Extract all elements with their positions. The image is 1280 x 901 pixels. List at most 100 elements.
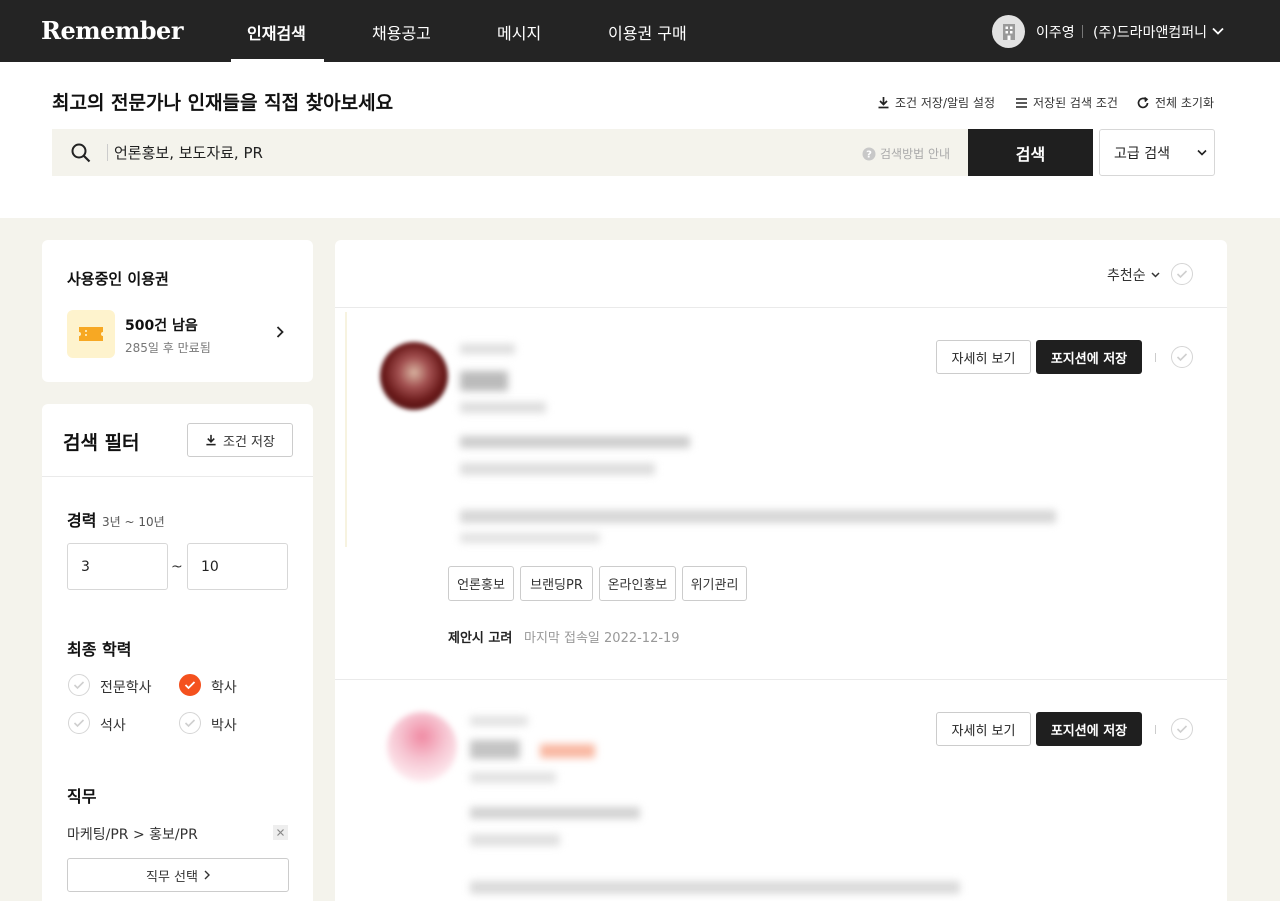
filter-title: 검색 필터 bbox=[63, 432, 140, 454]
results-card: 추천순 자세히 보기 포지션에 저장 언론홍보 브랜딩PR 온라인홍보 위기관리… bbox=[335, 240, 1227, 901]
select-all-checkbox[interactable] bbox=[1171, 263, 1193, 285]
education-checkbox-associate[interactable] bbox=[68, 674, 90, 696]
skill-tag[interactable]: 온라인홍보 bbox=[599, 566, 676, 601]
sort-label: 추천순 bbox=[1107, 268, 1146, 284]
remember-logo[interactable]: Remember bbox=[41, 16, 183, 45]
education-option-label: 학사 bbox=[211, 680, 237, 696]
company-name[interactable]: (주)드라마앤컴퍼니 bbox=[1093, 22, 1207, 42]
skill-tag[interactable]: 브랜딩PR bbox=[520, 566, 593, 601]
results-header-divider bbox=[335, 307, 1227, 308]
reset-all-link[interactable]: 전체 초기화 bbox=[1136, 94, 1214, 111]
candidate-status: 제안시 고려 bbox=[448, 631, 513, 646]
check-icon bbox=[1176, 353, 1188, 362]
detail-view-button[interactable]: 자세히 보기 bbox=[936, 340, 1031, 374]
detail-view-button[interactable]: 자세히 보기 bbox=[936, 712, 1031, 746]
sort-dropdown[interactable]: 추천순 bbox=[1107, 265, 1160, 285]
education-checkbox-doctorate[interactable] bbox=[179, 712, 201, 734]
job-value: 마케팅/PR > 홍보/PR bbox=[67, 827, 198, 843]
education-label: 최종 학력 bbox=[67, 640, 132, 659]
download-icon bbox=[878, 97, 889, 109]
search-divider bbox=[107, 144, 108, 161]
candidate-highlight-bar bbox=[345, 312, 347, 547]
chevron-right-icon bbox=[204, 870, 210, 880]
career-range: 3년 ~ 10년 bbox=[102, 515, 165, 529]
filter-divider bbox=[42, 476, 313, 477]
chevron-down-icon bbox=[1151, 272, 1160, 278]
career-min-input[interactable] bbox=[67, 543, 168, 590]
career-separator: ~ bbox=[171, 559, 183, 575]
blurred-text bbox=[470, 807, 640, 819]
chevron-down-icon bbox=[1197, 149, 1207, 156]
check-icon bbox=[1176, 270, 1188, 279]
blurred-badge bbox=[540, 744, 595, 758]
download-icon bbox=[206, 434, 216, 446]
pass-title: 사용중인 이용권 bbox=[67, 270, 169, 288]
candidate-checkbox[interactable] bbox=[1171, 718, 1193, 740]
search-input[interactable] bbox=[114, 137, 774, 168]
blurred-text bbox=[470, 834, 560, 846]
reset-all-label: 전체 초기화 bbox=[1155, 96, 1215, 110]
nav-talent-search[interactable]: 인재검색 bbox=[247, 20, 306, 44]
button-divider bbox=[1155, 725, 1156, 734]
search-howto-link[interactable]: ? 검색방법 안내 bbox=[862, 145, 950, 162]
education-checkbox-bachelor[interactable] bbox=[179, 674, 201, 696]
education-option-label: 박사 bbox=[211, 718, 237, 734]
help-icon: ? bbox=[862, 147, 876, 160]
building-icon bbox=[1002, 23, 1015, 40]
ticket-icon bbox=[67, 310, 115, 358]
candidate-checkbox[interactable] bbox=[1171, 346, 1193, 368]
candidate-last-access: 마지막 접속일 2022-12-19 bbox=[524, 631, 680, 646]
search-howto-label: 검색방법 안내 bbox=[880, 147, 951, 161]
advanced-search-label: 고급 검색 bbox=[1114, 145, 1170, 162]
remove-job-button[interactable] bbox=[273, 825, 288, 840]
save-to-position-button[interactable]: 포지션에 저장 bbox=[1036, 712, 1142, 746]
save-condition-label: 조건 저장 bbox=[223, 434, 275, 450]
pass-expiry: 285일 후 만료됨 bbox=[125, 341, 211, 355]
blurred-name bbox=[470, 740, 520, 759]
career-max-input[interactable] bbox=[187, 543, 288, 590]
svg-text:?: ? bbox=[866, 149, 872, 160]
user-name[interactable]: 이주영 bbox=[1036, 22, 1075, 42]
education-checkbox-master[interactable] bbox=[68, 712, 90, 734]
job-select-button[interactable]: 직무 선택 bbox=[67, 858, 289, 892]
education-option-label: 전문학사 bbox=[100, 680, 152, 696]
blurred-text bbox=[460, 463, 655, 475]
close-icon bbox=[277, 829, 284, 836]
skill-tag[interactable]: 언론홍보 bbox=[448, 566, 514, 601]
blurred-text bbox=[470, 716, 528, 726]
search-button[interactable]: 검색 bbox=[968, 129, 1093, 176]
user-divider bbox=[1082, 25, 1083, 38]
candidate-photo bbox=[380, 342, 448, 410]
blurred-text bbox=[460, 436, 690, 448]
chevron-right-icon[interactable] bbox=[276, 326, 284, 338]
skill-tag[interactable]: 위기관리 bbox=[682, 566, 747, 601]
refresh-icon bbox=[1137, 96, 1149, 108]
blurred-text bbox=[470, 772, 556, 783]
education-option-label: 석사 bbox=[100, 718, 126, 734]
nav-messages[interactable]: 메시지 bbox=[497, 20, 541, 44]
blurred-text bbox=[460, 510, 1056, 523]
career-label: 경력 3년 ~ 10년 bbox=[67, 511, 165, 530]
save-alert-link[interactable]: 조건 저장/알림 설정 bbox=[877, 94, 995, 111]
search-icon bbox=[71, 143, 91, 163]
check-icon bbox=[1176, 725, 1188, 734]
candidate-photo bbox=[387, 712, 457, 782]
blurred-text bbox=[460, 344, 515, 354]
nav-buy-pass[interactable]: 이용권 구매 bbox=[608, 20, 687, 44]
check-icon bbox=[184, 681, 196, 690]
blurred-name bbox=[460, 371, 508, 391]
filter-card: 검색 필터 조건 저장 경력 3년 ~ 10년 ~ 최종 학력 전문학사 학사 … bbox=[42, 404, 313, 901]
top-navigation: Remember 인재검색 채용공고 메시지 이용권 구매 이주영 (주)드라마… bbox=[0, 0, 1280, 62]
save-alert-label: 조건 저장/알림 설정 bbox=[895, 96, 995, 110]
search-panel: 최고의 전문가나 인재들을 직접 찾아보세요 조건 저장/알림 설정 저장된 검… bbox=[0, 62, 1280, 218]
saved-conditions-link[interactable]: 저장된 검색 조건 bbox=[1015, 94, 1118, 111]
advanced-search-dropdown[interactable]: 고급 검색 bbox=[1099, 129, 1215, 176]
button-divider bbox=[1155, 353, 1156, 362]
nav-job-postings[interactable]: 채용공고 bbox=[372, 20, 431, 44]
blurred-text bbox=[460, 402, 546, 413]
check-icon bbox=[73, 681, 85, 690]
chevron-down-icon[interactable] bbox=[1212, 27, 1224, 35]
save-condition-button[interactable]: 조건 저장 bbox=[187, 423, 293, 457]
save-to-position-button[interactable]: 포지션에 저장 bbox=[1036, 340, 1142, 374]
company-avatar[interactable] bbox=[992, 15, 1025, 48]
